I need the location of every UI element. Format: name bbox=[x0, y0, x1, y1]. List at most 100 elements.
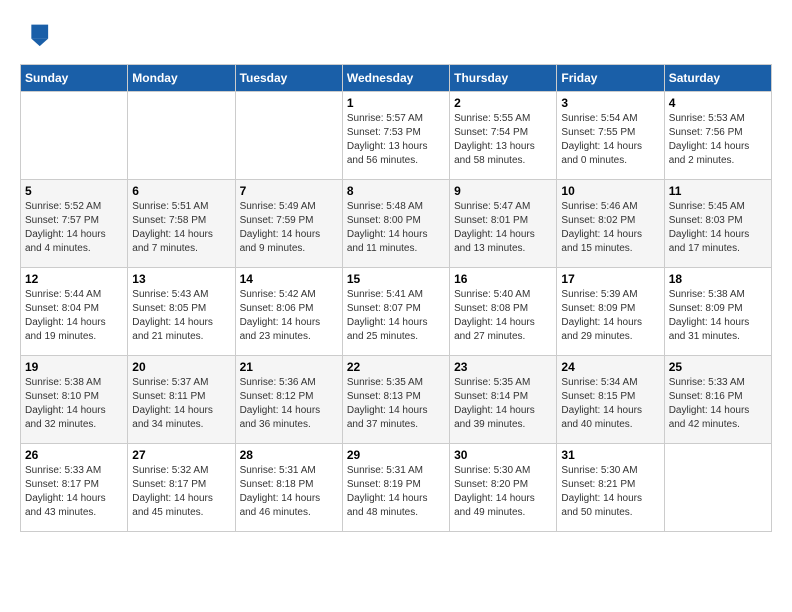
day-info: Sunrise: 5:38 AM Sunset: 8:10 PM Dayligh… bbox=[25, 376, 123, 432]
day-number: 31 bbox=[561, 448, 659, 462]
calendar-cell: 11Sunrise: 5:45 AM Sunset: 8:03 PM Dayli… bbox=[664, 180, 771, 268]
day-info: Sunrise: 5:38 AM Sunset: 8:09 PM Dayligh… bbox=[669, 288, 767, 344]
calendar-cell bbox=[235, 92, 342, 180]
day-number: 14 bbox=[240, 272, 338, 286]
page-header bbox=[20, 20, 772, 48]
day-of-week-header: Saturday bbox=[664, 65, 771, 92]
day-number: 22 bbox=[347, 360, 445, 374]
day-number: 27 bbox=[132, 448, 230, 462]
day-number: 26 bbox=[25, 448, 123, 462]
day-number: 17 bbox=[561, 272, 659, 286]
calendar-cell: 15 Sunrise: 5:41 AM Sunset: 8:07 PM Dayli… bbox=[342, 268, 449, 356]
calendar-cell: 26 Sunrise: 5:33 AM Sunset: 8:17 PM Dayli… bbox=[21, 444, 128, 532]
calendar-cell: 19 Sunrise: 5:38 AM Sunset: 8:10 PM Dayli… bbox=[21, 356, 128, 444]
day-info: Sunrise: 5:55 AM Sunset: 7:54 PM Dayligh… bbox=[454, 112, 552, 168]
day-of-week-header: Friday bbox=[557, 65, 664, 92]
day-of-week-header: Wednesday bbox=[342, 65, 449, 92]
day-info: Sunrise: 5:35 AM Sunset: 8:13 PM Dayligh… bbox=[347, 376, 445, 432]
calendar-cell: 18Sunrise: 5:38 AM Sunset: 8:09 PM Dayli… bbox=[664, 268, 771, 356]
calendar-week-row: 19 Sunrise: 5:38 AM Sunset: 8:10 PM Dayli… bbox=[21, 356, 772, 444]
day-info: Sunrise: 5:51 AM Sunset: 7:58 PM Dayligh… bbox=[132, 200, 230, 256]
day-number: 13 bbox=[132, 272, 230, 286]
day-info: Sunrise: 5:54 AM Sunset: 7:55 PM Dayligh… bbox=[561, 112, 659, 168]
calendar-cell: 17 Sunrise: 5:39 AM Sunset: 8:09 PM Dayli… bbox=[557, 268, 664, 356]
calendar-cell: 31 Sunrise: 5:30 AM Sunset: 8:21 PM Dayli… bbox=[557, 444, 664, 532]
day-of-week-header: Thursday bbox=[450, 65, 557, 92]
day-info: Sunrise: 5:49 AM Sunset: 7:59 PM Dayligh… bbox=[240, 200, 338, 256]
day-info: Sunrise: 5:36 AM Sunset: 8:12 PM Dayligh… bbox=[240, 376, 338, 432]
calendar-cell: 23Sunrise: 5:35 AM Sunset: 8:14 PM Dayli… bbox=[450, 356, 557, 444]
logo-icon bbox=[22, 20, 50, 48]
day-info: Sunrise: 5:32 AM Sunset: 8:17 PM Dayligh… bbox=[132, 464, 230, 520]
day-info: Sunrise: 5:30 AM Sunset: 8:21 PM Dayligh… bbox=[561, 464, 659, 520]
day-info: Sunrise: 5:39 AM Sunset: 8:09 PM Dayligh… bbox=[561, 288, 659, 344]
calendar-cell bbox=[128, 92, 235, 180]
day-number: 6 bbox=[132, 184, 230, 198]
day-number: 10 bbox=[561, 184, 659, 198]
day-info: Sunrise: 5:43 AM Sunset: 8:05 PM Dayligh… bbox=[132, 288, 230, 344]
day-number: 23 bbox=[454, 360, 552, 374]
day-info: Sunrise: 5:47 AM Sunset: 8:01 PM Dayligh… bbox=[454, 200, 552, 256]
day-number: 29 bbox=[347, 448, 445, 462]
day-info: Sunrise: 5:46 AM Sunset: 8:02 PM Dayligh… bbox=[561, 200, 659, 256]
day-number: 1 bbox=[347, 96, 445, 110]
calendar-cell bbox=[21, 92, 128, 180]
calendar-cell: 22 Sunrise: 5:35 AM Sunset: 8:13 PM Dayli… bbox=[342, 356, 449, 444]
calendar-cell: 27 Sunrise: 5:32 AM Sunset: 8:17 PM Dayli… bbox=[128, 444, 235, 532]
calendar-cell bbox=[664, 444, 771, 532]
day-info: Sunrise: 5:37 AM Sunset: 8:11 PM Dayligh… bbox=[132, 376, 230, 432]
calendar-cell: 4Sunrise: 5:53 AM Sunset: 7:56 PM Daylig… bbox=[664, 92, 771, 180]
day-number: 11 bbox=[669, 184, 767, 198]
calendar-cell: 25 Sunrise: 5:33 AM Sunset: 8:16 PM Dayli… bbox=[664, 356, 771, 444]
day-info: Sunrise: 5:52 AM Sunset: 7:57 PM Dayligh… bbox=[25, 200, 123, 256]
calendar-cell: 8Sunrise: 5:48 AM Sunset: 8:00 PM Daylig… bbox=[342, 180, 449, 268]
day-number: 16 bbox=[454, 272, 552, 286]
day-info: Sunrise: 5:33 AM Sunset: 8:16 PM Dayligh… bbox=[669, 376, 767, 432]
calendar-cell: 7 Sunrise: 5:49 AM Sunset: 7:59 PM Daylig… bbox=[235, 180, 342, 268]
calendar-cell: 14 Sunrise: 5:42 AM Sunset: 8:06 PM Dayli… bbox=[235, 268, 342, 356]
calendar-cell: 29 Sunrise: 5:31 AM Sunset: 8:19 PM Dayli… bbox=[342, 444, 449, 532]
calendar-week-row: 12Sunrise: 5:44 AM Sunset: 8:04 PM Dayli… bbox=[21, 268, 772, 356]
day-info: Sunrise: 5:53 AM Sunset: 7:56 PM Dayligh… bbox=[669, 112, 767, 168]
day-number: 20 bbox=[132, 360, 230, 374]
calendar-week-row: 1 Sunrise: 5:57 AM Sunset: 7:53 PM Daylig… bbox=[21, 92, 772, 180]
calendar-cell: 30 Sunrise: 5:30 AM Sunset: 8:20 PM Dayli… bbox=[450, 444, 557, 532]
day-info: Sunrise: 5:48 AM Sunset: 8:00 PM Dayligh… bbox=[347, 200, 445, 256]
day-number: 15 bbox=[347, 272, 445, 286]
day-number: 19 bbox=[25, 360, 123, 374]
calendar-cell: 16Sunrise: 5:40 AM Sunset: 8:08 PM Dayli… bbox=[450, 268, 557, 356]
calendar-cell: 6 Sunrise: 5:51 AM Sunset: 7:58 PM Daylig… bbox=[128, 180, 235, 268]
calendar-cell: 20 Sunrise: 5:37 AM Sunset: 8:11 PM Dayli… bbox=[128, 356, 235, 444]
day-info: Sunrise: 5:41 AM Sunset: 8:07 PM Dayligh… bbox=[347, 288, 445, 344]
day-number: 7 bbox=[240, 184, 338, 198]
day-info: Sunrise: 5:33 AM Sunset: 8:17 PM Dayligh… bbox=[25, 464, 123, 520]
day-info: Sunrise: 5:34 AM Sunset: 8:15 PM Dayligh… bbox=[561, 376, 659, 432]
day-info: Sunrise: 5:31 AM Sunset: 8:19 PM Dayligh… bbox=[347, 464, 445, 520]
day-number: 2 bbox=[454, 96, 552, 110]
day-of-week-header: Sunday bbox=[21, 65, 128, 92]
calendar-table: SundayMondayTuesdayWednesdayThursdayFrid… bbox=[20, 64, 772, 532]
calendar-cell: 3Sunrise: 5:54 AM Sunset: 7:55 PM Daylig… bbox=[557, 92, 664, 180]
day-info: Sunrise: 5:31 AM Sunset: 8:18 PM Dayligh… bbox=[240, 464, 338, 520]
calendar-cell: 13 Sunrise: 5:43 AM Sunset: 8:05 PM Dayli… bbox=[128, 268, 235, 356]
day-number: 28 bbox=[240, 448, 338, 462]
day-info: Sunrise: 5:57 AM Sunset: 7:53 PM Dayligh… bbox=[347, 112, 445, 168]
day-info: Sunrise: 5:44 AM Sunset: 8:04 PM Dayligh… bbox=[25, 288, 123, 344]
day-number: 25 bbox=[669, 360, 767, 374]
day-of-week-header: Monday bbox=[128, 65, 235, 92]
calendar-cell: 5Sunrise: 5:52 AM Sunset: 7:57 PM Daylig… bbox=[21, 180, 128, 268]
logo bbox=[20, 20, 50, 48]
calendar-cell: 21 Sunrise: 5:36 AM Sunset: 8:12 PM Dayli… bbox=[235, 356, 342, 444]
day-number: 21 bbox=[240, 360, 338, 374]
calendar-week-row: 26 Sunrise: 5:33 AM Sunset: 8:17 PM Dayli… bbox=[21, 444, 772, 532]
calendar-cell: 1 Sunrise: 5:57 AM Sunset: 7:53 PM Daylig… bbox=[342, 92, 449, 180]
calendar-cell: 9 Sunrise: 5:47 AM Sunset: 8:01 PM Daylig… bbox=[450, 180, 557, 268]
calendar-week-row: 5Sunrise: 5:52 AM Sunset: 7:57 PM Daylig… bbox=[21, 180, 772, 268]
day-info: Sunrise: 5:30 AM Sunset: 8:20 PM Dayligh… bbox=[454, 464, 552, 520]
calendar-header-row: SundayMondayTuesdayWednesdayThursdayFrid… bbox=[21, 65, 772, 92]
day-number: 30 bbox=[454, 448, 552, 462]
day-number: 24 bbox=[561, 360, 659, 374]
day-number: 9 bbox=[454, 184, 552, 198]
day-info: Sunrise: 5:42 AM Sunset: 8:06 PM Dayligh… bbox=[240, 288, 338, 344]
calendar-cell: 12Sunrise: 5:44 AM Sunset: 8:04 PM Dayli… bbox=[21, 268, 128, 356]
